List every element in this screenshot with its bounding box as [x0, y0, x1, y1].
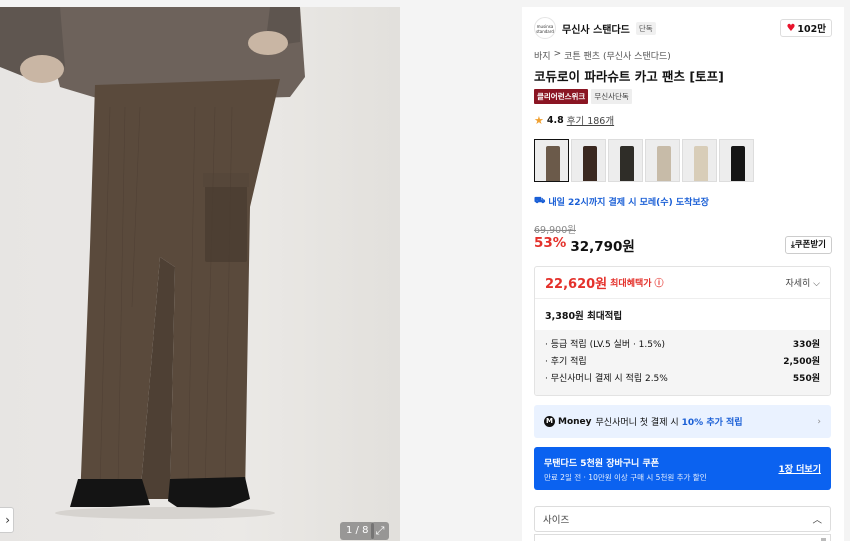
- points-title: 3,380원 최대적립: [545, 310, 623, 322]
- rating-score: 4.8: [546, 114, 564, 126]
- color-swatch-brown[interactable]: [571, 139, 606, 182]
- image-counter: 1 / 8: [340, 522, 375, 540]
- musinsa-money-banner[interactable]: M Money 무신사머니 첫 결제 시 10% 추가 적립 ›: [534, 405, 831, 438]
- coupon-more-link[interactable]: 1장 더보기: [778, 462, 821, 475]
- points-row-value: 330원: [792, 340, 820, 350]
- rating-row: ★ 4.8 후기 186개: [534, 113, 614, 128]
- original-price: 69,900원: [534, 225, 576, 236]
- money-m-icon: M: [544, 416, 555, 427]
- brand-name[interactable]: 무신사 스탠다드: [562, 21, 630, 36]
- breadcrumb-item-category[interactable]: 바지: [534, 49, 551, 62]
- color-swatch-charcoal[interactable]: [608, 139, 643, 182]
- chevron-right-icon: ›: [817, 416, 821, 427]
- delivery-text: 내일 22시까지 결제 시 모레(수) 도착보장: [548, 198, 709, 208]
- size-select[interactable]: 사이즈 ︿: [534, 506, 831, 532]
- points-list: · 등급 적립 (LV.5 실버 · 1.5%) 330원 · 후기 적립 2,…: [535, 330, 830, 395]
- breadcrumb: 바지 > 코튼 팬츠 (무신사 스탠다드): [534, 49, 671, 62]
- info-icon[interactable]: ⓘ: [655, 276, 664, 289]
- chevron-up-icon: ︿: [812, 515, 822, 526]
- points-row: · 무신사머니 결제 시 적립 2.5% 550원: [545, 371, 820, 388]
- benefit-box: 22,620원 최대혜택가 ⓘ 자세히 ⌵ 3,380원 최대적립 · 등급 적…: [534, 266, 831, 396]
- pants-illustration: [0, 7, 305, 519]
- expand-icon[interactable]: ⤢: [371, 522, 389, 540]
- product-page: 1 / 8 ⤢ › musinsa standard 무신사 스탠다드 단독 ♥…: [0, 0, 850, 541]
- max-benefit-price: 22,620원: [545, 277, 608, 292]
- coupon-download-button[interactable]: ⤓쿠폰받기: [784, 236, 832, 254]
- color-swatch-taupe[interactable]: [534, 139, 569, 182]
- points-row: · 후기 적립 2,500원: [545, 354, 820, 371]
- exclusive-badge: 무신사단독: [591, 89, 632, 104]
- brand-row[interactable]: musinsa standard 무신사 스탠다드 단독: [534, 17, 656, 39]
- color-swatches: [534, 139, 754, 182]
- like-count: 102만: [797, 24, 826, 35]
- max-benefit: 22,620원 최대혜택가 ⓘ: [545, 273, 664, 292]
- star-icon: ★: [534, 113, 544, 127]
- color-swatch-cream[interactable]: [682, 139, 717, 182]
- money-brand: Money: [558, 416, 592, 427]
- cart-coupon-banner[interactable]: 무탠다드 5천원 장바구니 쿠폰 만료 2일 전 · 10만원 이상 구매 시 …: [534, 447, 831, 490]
- clearance-badge: 클리어런스위크: [534, 89, 589, 104]
- size-dropdown-list[interactable]: [534, 534, 831, 541]
- points-row-label: · 등급 적립 (LV.5 실버 · 1.5%): [545, 340, 666, 350]
- points-row-value: 550원: [792, 374, 820, 384]
- product-photo[interactable]: 1 / 8 ⤢: [0, 7, 400, 541]
- color-swatch-black[interactable]: [719, 139, 754, 182]
- gallery-next-arrow-icon[interactable]: ›: [0, 507, 14, 533]
- color-swatch-beige[interactable]: [645, 139, 680, 182]
- coupon-button-label: 쿠폰받기: [794, 240, 826, 250]
- benefit-header[interactable]: 22,620원 최대혜택가 ⓘ 자세히 ⌵: [535, 267, 830, 299]
- benefit-detail-toggle[interactable]: 자세히 ⌵: [785, 276, 820, 289]
- brand-exclusive-tag: 단독: [635, 21, 656, 35]
- size-select-placeholder: 사이즈: [543, 515, 570, 526]
- discount-rate: 53%: [534, 235, 567, 251]
- money-banner-text: 무신사머니 첫 결제 시: [595, 418, 679, 428]
- points-row-value: 2,500원: [783, 357, 820, 367]
- max-benefit-label: 최대혜택가: [610, 279, 652, 289]
- points-row: · 등급 적립 (LV.5 실버 · 1.5%) 330원: [545, 337, 820, 354]
- breadcrumb-item-subcategory[interactable]: 코튼 팬츠 (무신사 스탠다드): [564, 49, 671, 62]
- sale-price: 32,790원: [570, 239, 635, 255]
- product-info-panel: musinsa standard 무신사 스탠다드 단독 ♥ 102만 바지 >…: [522, 7, 844, 541]
- truck-icon: ⛟: [534, 196, 546, 206]
- price-row: 53% 32,790원: [534, 235, 635, 255]
- product-title: 코듀로이 파라슈트 카고 팬츠 [토프]: [534, 69, 724, 84]
- heart-icon: ♥: [786, 22, 796, 34]
- chevron-down-icon: ⌵: [813, 279, 820, 289]
- money-banner-highlight: 10% 추가 적립: [681, 418, 743, 428]
- like-button[interactable]: ♥ 102만: [780, 19, 832, 37]
- product-badges: 클리어런스위크 무신사단독: [534, 89, 632, 104]
- brand-logo[interactable]: musinsa standard: [534, 17, 556, 39]
- reviews-link[interactable]: 후기 186개: [567, 113, 614, 127]
- points-row-label: · 무신사머니 결제 시 적립 2.5%: [545, 374, 668, 384]
- breadcrumb-separator-icon: >: [553, 49, 562, 59]
- points-row-label: · 후기 적립: [545, 357, 587, 367]
- benefit-detail-label: 자세히: [785, 279, 811, 289]
- delivery-guarantee[interactable]: ⛟ 내일 22시까지 결제 시 모레(수) 도착보장: [534, 195, 709, 208]
